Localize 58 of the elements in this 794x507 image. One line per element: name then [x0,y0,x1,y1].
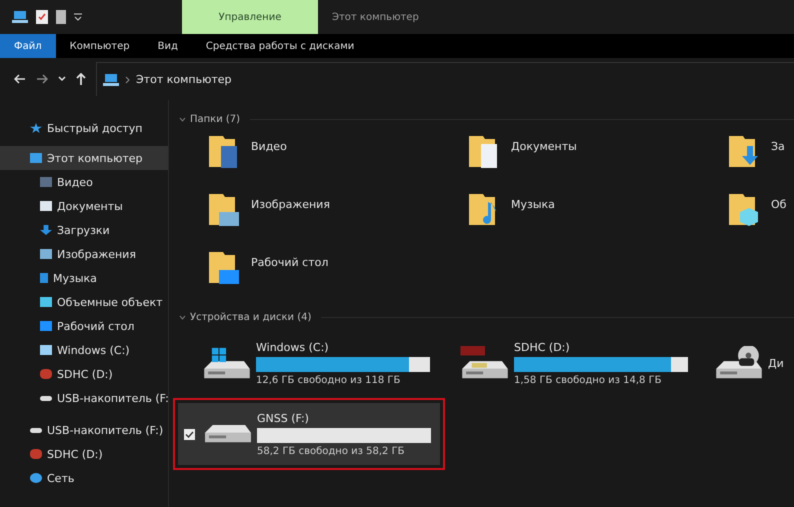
drive-icon [202,346,252,380]
drive-tile[interactable]: GNSS (F:) 58,2 ГБ свободно из 58,2 ГБ [178,403,440,465]
sidebar-item[interactable]: Этот компьютер [0,146,168,170]
drive-tile[interactable]: Windows (C:) 12,6 ГБ свободно из 118 ГБ [181,332,435,394]
chevron-right-icon[interactable] [125,76,130,84]
collapse-icon[interactable] [179,116,186,122]
forward-icon[interactable] [36,74,48,84]
sidebar-item[interactable]: Видео [0,170,168,194]
computer-icon [103,72,119,86]
collapse-icon[interactable] [179,314,186,320]
folder-label[interactable]: Документы [511,132,577,153]
properties-icon[interactable] [36,10,48,24]
sidebar-item[interactable]: SDHC (D:) [0,362,168,386]
group-heading[interactable]: Папки (7) [190,114,240,124]
chevron-down-icon[interactable] [58,76,66,82]
ribbon-tab[interactable]: Файл [0,34,56,58]
drive-name[interactable]: Ди [768,356,789,370]
sidebar-item[interactable]: USB-накопитель (F: [0,386,168,410]
back-icon[interactable] [14,74,26,84]
free-space-text: 58,2 ГБ свободно из 58,2 ГБ [257,446,406,456]
sidebar-item[interactable]: Загрузки [0,218,168,242]
up-icon[interactable] [76,73,86,85]
checkbox[interactable] [184,428,195,440]
group-heading[interactable]: Устройства и диски (4) [190,312,312,322]
folder-label[interactable]: Об [771,190,786,211]
window-title: Этот компьютер [332,12,419,22]
drive-icon [714,346,764,380]
drive-name[interactable]: Windows (C:) [256,340,430,354]
folder-label[interactable]: Рабочий стол [251,248,328,269]
drive-icon [460,346,510,380]
sidebar-item[interactable]: Документы [0,194,168,218]
free-space-text: 1,58 ГБ свободно из 14,8 ГБ [514,374,663,386]
ribbon-tab[interactable]: Компьютер [56,34,144,58]
sidebar-item[interactable]: Музыка [0,266,168,290]
computer-icon[interactable] [12,10,28,24]
sidebar-item[interactable]: Windows (C:) [0,338,168,362]
folder-label[interactable]: Изображения [251,190,330,211]
sidebar-item[interactable]: USB-накопитель (F:) [0,418,168,442]
sidebar-item[interactable]: SDHC (D:) [0,442,168,466]
folder-label[interactable]: За [771,132,785,153]
context-tab[interactable]: Управление [182,0,318,34]
sidebar-item[interactable]: Сеть [0,466,168,490]
drive-name[interactable]: GNSS (F:) [257,412,431,424]
sidebar-item[interactable]: Быстрый доступ [0,116,168,140]
sidebar-item[interactable]: Изображения [0,242,168,266]
ribbon-tab[interactable]: Вид [144,34,192,58]
free-space-text: 12,6 ГБ свободно из 118 ГБ [256,374,402,386]
folder-label[interactable]: Видео [251,132,287,153]
drive-tile[interactable]: Ди [693,332,789,394]
drive-tile[interactable]: SDHC (D:) 1,58 ГБ свободно из 14,8 ГБ [439,332,689,394]
ribbon-tab[interactable]: Средства работы с дисками [192,34,368,58]
drive-name[interactable]: SDHC (D:) [514,340,688,354]
dropdown-icon[interactable] [74,13,82,21]
drive-icon [203,424,253,444]
folder-label[interactable]: Музыка [511,190,555,211]
sidebar-item[interactable]: Объемные объект [0,290,168,314]
address-field[interactable]: Этот компьютер [96,62,794,96]
sidebar-item[interactable]: Рабочий стол [0,314,168,338]
